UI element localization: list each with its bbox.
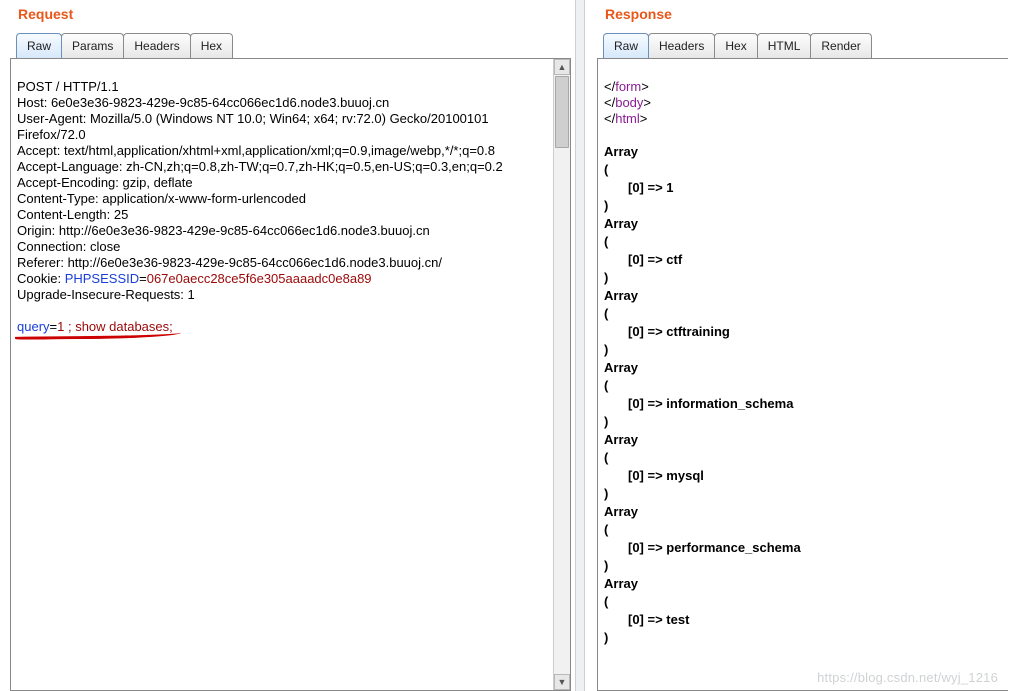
tab-hex[interactable]: Hex — [190, 33, 233, 58]
array-open: ( — [604, 593, 1002, 611]
req-line: User-Agent: Mozilla/5.0 (Windows NT 10.0… — [17, 111, 492, 142]
array-block: Array([0] => ctf) — [604, 215, 1002, 287]
closing-tag-body: </body> — [604, 95, 651, 110]
array-open: ( — [604, 521, 1002, 539]
array-label: Array — [604, 287, 1002, 305]
array-label: Array — [604, 431, 1002, 449]
split-divider[interactable] — [575, 0, 585, 691]
scrollbar-down-icon[interactable]: ▼ — [554, 674, 570, 690]
cookie-prefix: Cookie: — [17, 271, 65, 286]
array-close: ) — [604, 485, 1002, 503]
request-title: Request — [18, 6, 575, 22]
array-entry: [0] => ctf — [604, 251, 1002, 269]
closing-tag-html: </html> — [604, 111, 647, 126]
tab-raw[interactable]: Raw — [603, 33, 649, 58]
tab-hex[interactable]: Hex — [714, 33, 757, 58]
array-label: Array — [604, 359, 1002, 377]
array-block: Array([0] => test) — [604, 575, 1002, 647]
array-close: ) — [604, 341, 1002, 359]
cookie-value: 067e0aecc28ce5f6e305aaaadc0e8a89 — [147, 271, 372, 286]
tag-bracket: > — [640, 111, 648, 126]
response-raw-content[interactable]: </form> </body> </html> Array([0] => 1)A… — [598, 59, 1008, 690]
array-entry: [0] => performance_schema — [604, 539, 1002, 557]
array-label: Array — [604, 503, 1002, 521]
req-line: Accept-Language: zh-CN,zh;q=0.8,zh-TW;q=… — [17, 159, 503, 174]
array-block: Array([0] => information_schema) — [604, 359, 1002, 431]
req-line: Content-Length: 25 — [17, 207, 128, 222]
tag-name: form — [615, 79, 641, 94]
scrollbar-thumb[interactable] — [555, 76, 569, 148]
array-open: ( — [604, 233, 1002, 251]
tab-html[interactable]: HTML — [757, 33, 812, 58]
tag-bracket: </ — [604, 111, 615, 126]
req-line: Accept-Encoding: gzip, deflate — [17, 175, 193, 190]
body-eq: = — [50, 319, 58, 334]
tab-headers[interactable]: Headers — [123, 33, 190, 58]
req-line: Origin: http://6e0e3e36-9823-429e-9c85-6… — [17, 223, 430, 238]
array-open: ( — [604, 377, 1002, 395]
req-line: Upgrade-Insecure-Requests: 1 — [17, 287, 195, 302]
array-entry: [0] => mysql — [604, 467, 1002, 485]
req-line: Content-Type: application/x-www-form-url… — [17, 191, 306, 206]
tab-params[interactable]: Params — [61, 33, 124, 58]
request-tabs: Raw Params Headers Hex — [16, 30, 575, 58]
response-tabs: Raw Headers Hex HTML Render — [603, 30, 1012, 58]
array-open: ( — [604, 449, 1002, 467]
req-line: Accept: text/html,application/xhtml+xml,… — [17, 143, 495, 158]
scrollbar-up-icon[interactable]: ▲ — [554, 59, 570, 75]
array-block: Array([0] => 1) — [604, 143, 1002, 215]
array-entry: [0] => information_schema — [604, 395, 1002, 413]
tag-bracket: > — [641, 79, 649, 94]
req-line: Connection: close — [17, 239, 120, 254]
array-close: ) — [604, 269, 1002, 287]
req-line: Host: 6e0e3e36-9823-429e-9c85-64cc066ec1… — [17, 95, 389, 110]
array-block: Array([0] => ctftraining) — [604, 287, 1002, 359]
tab-render[interactable]: Render — [810, 33, 871, 58]
tag-bracket: </ — [604, 79, 615, 94]
array-entry: [0] => test — [604, 611, 1002, 629]
cookie-eq: = — [139, 271, 147, 286]
closing-tag-form: </form> — [604, 79, 649, 94]
response-title: Response — [605, 6, 1012, 22]
body-param: query — [17, 319, 50, 334]
array-label: Array — [604, 143, 1002, 161]
array-block: Array([0] => performance_schema) — [604, 503, 1002, 575]
request-raw-content[interactable]: POST / HTTP/1.1 Host: 6e0e3e36-9823-429e… — [11, 59, 570, 690]
request-scrollbar[interactable]: ▲ ▼ — [553, 59, 570, 690]
req-line-cookie: Cookie: PHPSESSID=067e0aecc28ce5f6e305aa… — [17, 271, 372, 286]
tag-bracket: > — [643, 95, 651, 110]
array-close: ) — [604, 197, 1002, 215]
request-content-frame: POST / HTTP/1.1 Host: 6e0e3e36-9823-429e… — [10, 58, 571, 691]
array-block: Array([0] => mysql) — [604, 431, 1002, 503]
tag-name: html — [615, 111, 640, 126]
request-panel: Request Raw Params Headers Hex POST / HT… — [0, 0, 575, 691]
array-close: ) — [604, 413, 1002, 431]
req-line: POST / HTTP/1.1 — [17, 79, 119, 94]
tag-name: body — [615, 95, 643, 110]
array-label: Array — [604, 575, 1002, 593]
response-content-frame: </form> </body> </html> Array([0] => 1)A… — [597, 58, 1008, 691]
array-entry: [0] => ctftraining — [604, 323, 1002, 341]
app-root: Request Raw Params Headers Hex POST / HT… — [0, 0, 1012, 691]
req-line: Referer: http://6e0e3e36-9823-429e-9c85-… — [17, 255, 442, 270]
array-close: ) — [604, 557, 1002, 575]
array-close: ) — [604, 629, 1002, 647]
tag-bracket: </ — [604, 95, 615, 110]
array-label: Array — [604, 215, 1002, 233]
array-open: ( — [604, 305, 1002, 323]
req-body: query=1 ; show databases; — [17, 319, 173, 335]
array-entry: [0] => 1 — [604, 179, 1002, 197]
response-panel: Response Raw Headers Hex HTML Render </f… — [585, 0, 1012, 691]
tab-raw[interactable]: Raw — [16, 33, 62, 58]
array-open: ( — [604, 161, 1002, 179]
body-value: 1 ; show databases; — [57, 319, 173, 334]
cookie-name: PHPSESSID — [65, 271, 139, 286]
tab-headers[interactable]: Headers — [648, 33, 715, 58]
